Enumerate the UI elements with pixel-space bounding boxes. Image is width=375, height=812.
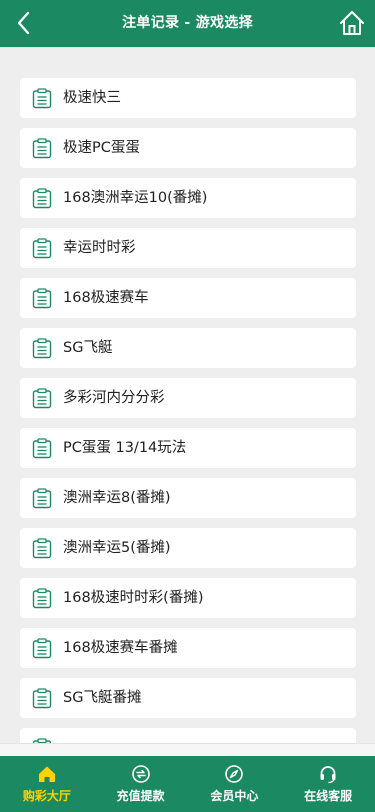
tab-exchange[interactable]: 充值提款 (94, 756, 188, 812)
game-item-label: PC蛋蛋 13/14玩法 (63, 440, 187, 456)
document-list-icon (32, 238, 52, 259)
compass-icon (224, 764, 244, 784)
document-list-icon (32, 188, 52, 209)
headset-icon (318, 764, 338, 784)
document-list-icon (32, 588, 52, 609)
game-item[interactable]: SG飞艇番摊 (20, 678, 356, 718)
game-item-label: 168极速赛车 (63, 290, 149, 306)
document-list-icon (32, 638, 52, 659)
tab-label: 购彩大厅 (22, 789, 71, 803)
home-button[interactable] (337, 8, 367, 38)
document-list-icon (32, 88, 52, 109)
game-item[interactable]: 168极速时时彩(番摊) (20, 578, 356, 618)
game-item-label: SG飞艇番摊 (63, 690, 142, 706)
home-icon (340, 11, 364, 35)
game-item[interactable]: 168澳洲幸运10(番摊) (20, 178, 356, 218)
tab-label: 充值提款 (116, 789, 165, 803)
game-item[interactable]: 澳洲幸运5(番摊) (20, 528, 356, 568)
tab-home[interactable]: 购彩大厅 (0, 756, 94, 812)
header-bar: 注单记录 - 游戏选择 (0, 0, 375, 47)
tab-compass[interactable]: 会员中心 (188, 756, 282, 812)
document-list-icon (32, 338, 52, 359)
document-list-icon (32, 388, 52, 409)
game-list-container[interactable]: 极速快三极速PC蛋蛋 168澳洲幸运10(番摊) 幸运时时彩 168极速赛车 SG飞艇多… (0, 47, 375, 743)
game-list: 极速快三极速PC蛋蛋 168澳洲幸运10(番摊) 幸运时时彩 168极速赛车 SG飞艇多… (20, 78, 356, 743)
document-list-icon (32, 688, 52, 709)
game-item-label: 168极速时时彩(番摊) (63, 590, 204, 606)
tab-label: 在线客服 (304, 789, 353, 803)
game-item[interactable]: 澳洲幸运8(番摊) (20, 478, 356, 518)
tab-headset[interactable]: 在线客服 (281, 756, 375, 812)
document-list-icon (32, 488, 52, 509)
home-icon (37, 764, 57, 784)
exchange-icon (131, 764, 151, 784)
game-item[interactable]: 极速PC蛋蛋 (20, 128, 356, 168)
document-list-icon (32, 538, 52, 559)
game-item[interactable]: 多彩河内分分彩 (20, 378, 356, 418)
document-list-icon (32, 288, 52, 309)
game-item[interactable]: 168极速赛车番摊 (20, 628, 356, 668)
game-item-label: 澳洲幸运8(番摊) (63, 490, 171, 506)
divider (0, 47, 375, 48)
game-item-label: 幸运时时彩 (63, 240, 136, 256)
game-item-label: 极速PC蛋蛋 (63, 140, 140, 156)
document-list-icon (32, 438, 52, 459)
document-list-icon (32, 138, 52, 159)
game-item-label: SG飞艇 (63, 340, 113, 356)
game-item-label: 168极速赛车番摊 (63, 640, 178, 656)
game-item[interactable]: PC蛋蛋 13/14玩法 (20, 428, 356, 468)
game-item-label: 澳洲幸运5(番摊) (63, 540, 171, 556)
tab-label: 会员中心 (210, 789, 259, 803)
divider (0, 743, 375, 756)
game-item[interactable]: 幸运时时彩 (20, 228, 356, 268)
game-item[interactable]: 168极速赛车 (20, 278, 356, 318)
bottom-tab-bar: 购彩大厅 充值提款 会员中心 在线客服 (0, 756, 375, 812)
page-title: 注单记录 - 游戏选择 (122, 15, 253, 31)
game-item-label: 168澳洲幸运10(番摊) (63, 190, 208, 206)
game-item[interactable]: 极速快三 (20, 78, 356, 118)
game-item[interactable]: SG飞艇 (20, 328, 356, 368)
game-item-label: 多彩河内分分彩 (63, 390, 165, 406)
game-item[interactable] (20, 728, 356, 743)
game-item-label: 极速快三 (63, 90, 121, 106)
